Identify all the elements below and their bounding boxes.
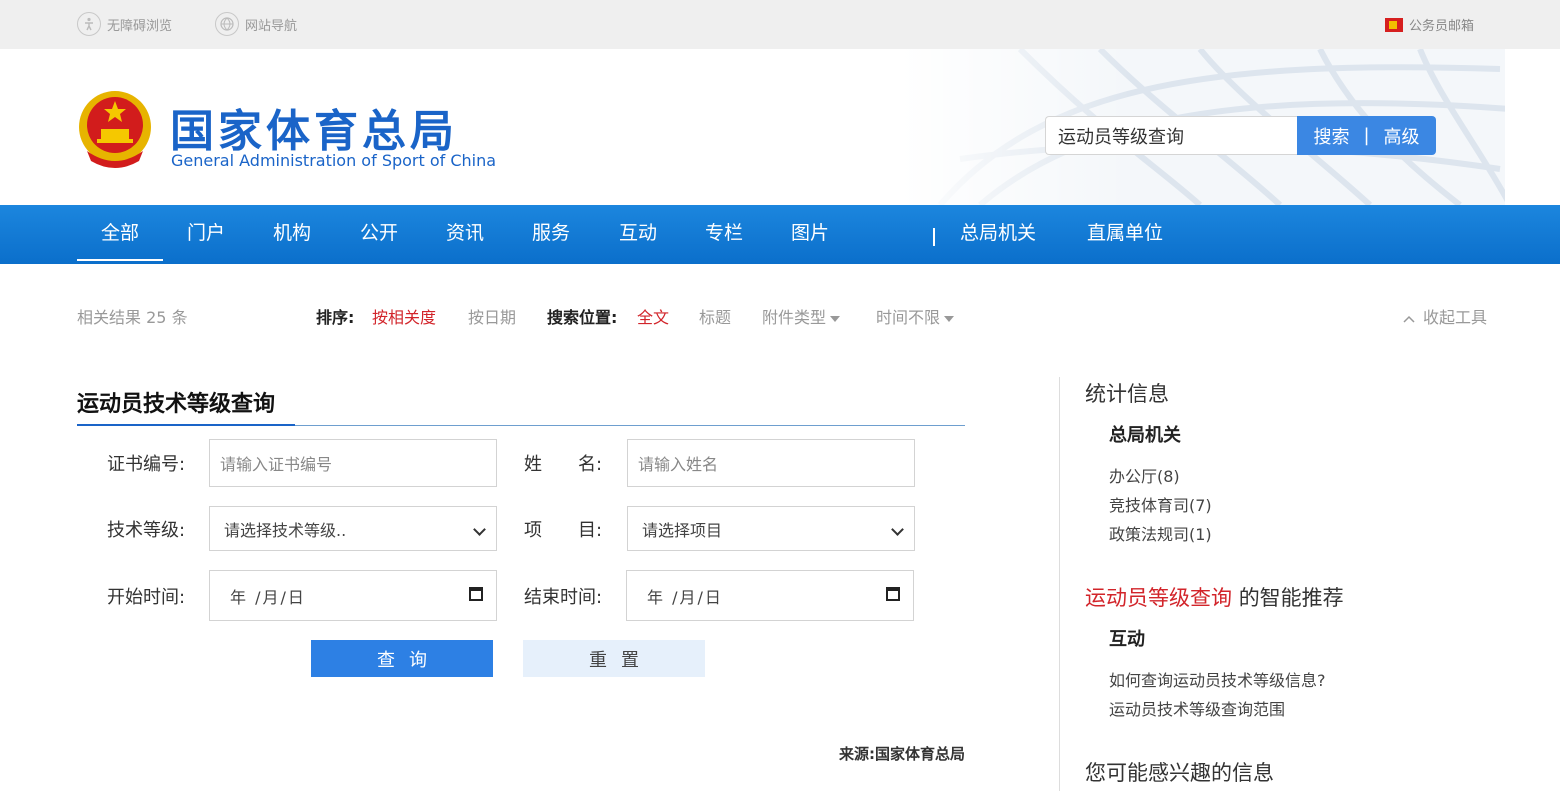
nav-item-headquarters[interactable]: 总局机关 bbox=[955, 205, 1041, 264]
chevron-down-icon bbox=[891, 523, 904, 536]
main-nav: 全部 门户 机构 公开 资讯 服务 互动 专栏 图片 总局机关 直属单位 bbox=[0, 205, 1560, 264]
search-button[interactable]: 搜索 bbox=[1313, 123, 1349, 149]
event-select[interactable]: 请选择项目 bbox=[627, 506, 915, 551]
start-date-input[interactable]: 年 /月/日 bbox=[209, 570, 497, 621]
sitemap-label: 网站导航 bbox=[245, 18, 298, 34]
top-utility-bar: 无障碍浏览 网站导航 公务员邮箱 bbox=[0, 0, 1560, 49]
caret-down-icon bbox=[830, 315, 841, 322]
start-time-label: 开始时间: bbox=[107, 587, 186, 608]
name-input[interactable]: 请输入姓名 bbox=[627, 439, 915, 487]
end-time-label: 结束时间: bbox=[524, 587, 603, 608]
name-placeholder: 请输入姓名 bbox=[638, 455, 719, 474]
nav-item-public[interactable]: 公开 bbox=[336, 205, 422, 264]
tech-level-select[interactable]: 请选择技术等级.. bbox=[209, 506, 497, 551]
title-underline bbox=[77, 424, 295, 426]
source-credit: 来源:国家体育总局 bbox=[839, 745, 965, 763]
time-range-label: 时间不限 bbox=[876, 308, 941, 327]
cert-number-placeholder: 请输入证书编号 bbox=[220, 455, 333, 474]
position-full-text[interactable]: 全文 bbox=[637, 304, 669, 328]
recommend-link-how-to-query[interactable]: 如何查询运动员技术等级信息? bbox=[1109, 667, 1326, 691]
query-button[interactable]: 查询 bbox=[311, 640, 493, 677]
recommend-group-title: 互动 bbox=[1109, 629, 1145, 650]
recommend-keyword: 运动员等级查询 bbox=[1085, 586, 1232, 610]
attachment-type-label: 附件类型 bbox=[762, 308, 827, 327]
site-header: 国家体育总局 General Administration of Sport o… bbox=[0, 49, 1560, 205]
advanced-search-button[interactable]: 高级 bbox=[1384, 123, 1420, 149]
chevron-down-icon bbox=[473, 523, 486, 536]
mail-flag-icon bbox=[1384, 17, 1403, 32]
site-search-input[interactable] bbox=[1045, 116, 1298, 155]
accessible-browse-label: 无障碍浏览 bbox=[107, 18, 173, 34]
stats-item-policy-law[interactable]: 政策法规司(1) bbox=[1109, 521, 1212, 545]
end-date-placeholder: 年 /月/日 bbox=[647, 587, 723, 607]
stats-group-title: 总局机关 bbox=[1109, 425, 1181, 446]
accessibility-icon bbox=[77, 12, 101, 36]
results-number: 25 bbox=[146, 308, 167, 327]
recommend-suffix: 的智能推荐 bbox=[1238, 586, 1344, 610]
nav-item-news[interactable]: 资讯 bbox=[422, 205, 508, 264]
nav-item-institution[interactable]: 机构 bbox=[249, 205, 335, 264]
reset-button[interactable]: 重置 bbox=[523, 640, 705, 677]
accessible-browse-link[interactable]: 无障碍浏览 bbox=[77, 12, 172, 36]
column-divider bbox=[1059, 377, 1060, 791]
nav-item-interaction[interactable]: 互动 bbox=[595, 205, 681, 264]
results-count: 相关结果 25 条 bbox=[77, 304, 188, 328]
calendar-icon[interactable] bbox=[886, 587, 900, 601]
sort-by-relevance[interactable]: 按相关度 bbox=[372, 304, 436, 328]
query-form-title: 运动员技术等级查询 bbox=[77, 392, 276, 417]
cert-number-label: 证书编号: bbox=[107, 454, 186, 475]
cert-number-input[interactable]: 请输入证书编号 bbox=[209, 439, 497, 487]
national-emblem-logo bbox=[79, 91, 151, 168]
interest-title: 您可能感兴趣的信息 bbox=[1085, 761, 1274, 785]
name-label: 姓 名: bbox=[524, 454, 603, 475]
site-logo-chinese[interactable]: 国家体育总局 bbox=[170, 95, 458, 159]
position-title[interactable]: 标题 bbox=[699, 304, 731, 328]
attachment-type-dropdown[interactable]: 附件类型 bbox=[762, 304, 841, 328]
sort-label: 排序: bbox=[316, 308, 355, 327]
sitemap-link[interactable]: 网站导航 bbox=[215, 12, 297, 36]
results-suffix: 条 bbox=[171, 308, 188, 327]
collapse-tools-label: 收起工具 bbox=[1423, 308, 1488, 327]
stats-title: 统计信息 bbox=[1085, 382, 1169, 406]
collapse-tools-button[interactable]: 收起工具 bbox=[1403, 304, 1487, 328]
nav-item-column[interactable]: 专栏 bbox=[681, 205, 767, 264]
chevron-up-icon bbox=[1403, 315, 1415, 323]
caret-down-icon bbox=[944, 315, 955, 322]
search-position-label: 搜索位置: bbox=[547, 308, 618, 327]
recommend-title: 运动员等级查询 的智能推荐 bbox=[1085, 582, 1344, 612]
search-separator: | bbox=[1363, 125, 1370, 146]
start-date-placeholder: 年 /月/日 bbox=[230, 587, 306, 607]
tech-level-selected: 请选择技术等级.. bbox=[224, 520, 347, 540]
site-logo-english: General Administration of Sport of China bbox=[171, 151, 497, 170]
nav-item-portal[interactable]: 门户 bbox=[163, 205, 249, 264]
mail-label: 公务员邮箱 bbox=[1408, 19, 1474, 34]
results-prefix: 相关结果 bbox=[77, 308, 142, 327]
time-range-dropdown[interactable]: 时间不限 bbox=[876, 304, 955, 328]
stats-item-office[interactable]: 办公厅(8) bbox=[1109, 463, 1180, 487]
search-button-group: 搜索 | 高级 bbox=[1297, 116, 1436, 155]
stats-item-competitive-sports[interactable]: 竞技体育司(7) bbox=[1109, 492, 1212, 516]
recommend-link-query-scope[interactable]: 运动员技术等级查询范围 bbox=[1109, 696, 1285, 720]
tech-level-label: 技术等级: bbox=[107, 520, 186, 541]
nav-separator bbox=[933, 228, 935, 246]
event-selected: 请选择项目 bbox=[642, 520, 723, 540]
sort-by-date[interactable]: 按日期 bbox=[468, 304, 516, 328]
nav-item-affiliated-units[interactable]: 直属单位 bbox=[1080, 205, 1170, 264]
nav-item-service[interactable]: 服务 bbox=[508, 205, 594, 264]
globe-icon bbox=[215, 12, 239, 36]
end-date-input[interactable]: 年 /月/日 bbox=[626, 570, 914, 621]
civil-servant-mail-link[interactable]: 公务员邮箱 bbox=[1384, 15, 1474, 34]
nav-item-images[interactable]: 图片 bbox=[767, 205, 853, 264]
calendar-icon[interactable] bbox=[469, 587, 483, 601]
event-label: 项 目: bbox=[524, 520, 603, 541]
nav-item-all[interactable]: 全部 bbox=[77, 205, 163, 264]
